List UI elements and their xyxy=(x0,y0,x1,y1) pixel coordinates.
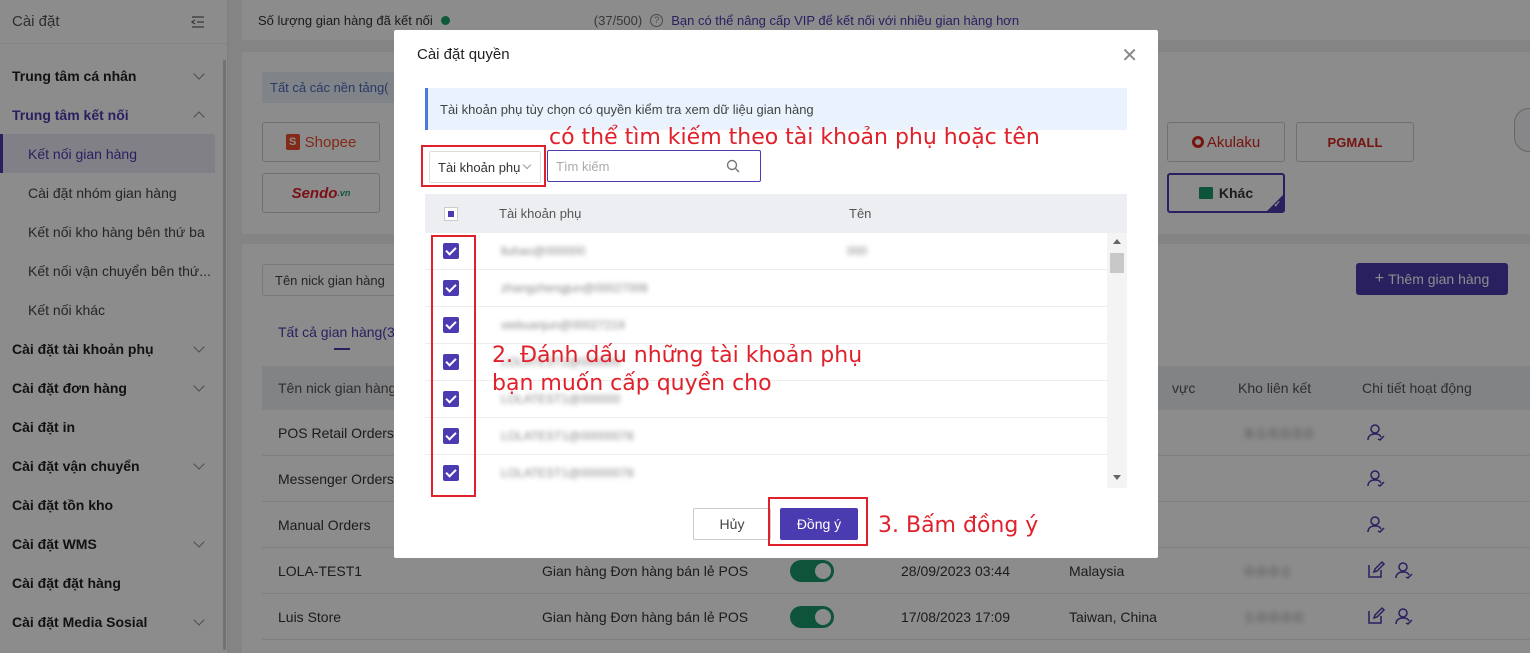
subaccount-value: LOLATEST1@00000078 xyxy=(501,429,634,443)
table-scrollbar[interactable] xyxy=(1107,233,1127,488)
subaccount-value: LOLATEST1@00000078 xyxy=(501,466,634,480)
highlight-search-field xyxy=(421,145,546,187)
table-row[interactable]: LOLATEST1@00000078 xyxy=(425,455,1107,488)
scroll-thumb[interactable] xyxy=(1110,253,1124,273)
select-all-checkbox[interactable] xyxy=(444,207,458,221)
annotation-step2-line1: 2. Đánh dấu những tài khoản phụ xyxy=(492,343,863,368)
annotation-search-hint: có thể tìm kiếm theo tài khoản phụ hoặc … xyxy=(549,125,1040,150)
highlight-confirm-button xyxy=(768,497,868,546)
annotation-step2-line2: bạn muốn cấp quyền cho xyxy=(492,371,772,396)
col-subaccount: Tài khoản phụ xyxy=(499,206,582,221)
search-input[interactable] xyxy=(556,158,726,174)
search-box[interactable] xyxy=(547,150,761,182)
subaccount-value: lluhao@000000 xyxy=(501,244,586,258)
subaccount-name: 000 xyxy=(847,244,868,258)
table-row[interactable]: zhangzhengjun@00027006 xyxy=(425,270,1107,307)
scroll-up-arrow-icon[interactable] xyxy=(1113,239,1121,244)
cancel-button[interactable]: Hủy xyxy=(693,508,771,540)
search-icon[interactable] xyxy=(726,159,740,173)
col-name: Tên xyxy=(849,206,872,221)
annotation-step3: 3. Bấm đồng ý xyxy=(878,513,1039,538)
highlight-checkboxes xyxy=(431,235,476,497)
table-row[interactable]: lluhao@000000 000 xyxy=(425,233,1107,270)
table-row[interactable]: LOLATEST1@00000078 xyxy=(425,418,1107,455)
close-icon[interactable]: ✕ xyxy=(1121,46,1138,66)
scroll-down-arrow-icon[interactable] xyxy=(1113,475,1121,480)
modal-title: Cài đặt quyền xyxy=(417,46,510,63)
subaccount-value: xiebuanjun@00027219 xyxy=(501,318,625,332)
subaccount-value: zhangzhengjun@00027006 xyxy=(501,281,648,295)
table-row[interactable]: xiebuanjun@00027219 xyxy=(425,307,1107,344)
permission-settings-modal: Cài đặt quyền ✕ Tài khoản phụ tùy chọn c… xyxy=(394,30,1158,558)
subaccount-table-header: Tài khoản phụ Tên xyxy=(425,194,1127,233)
